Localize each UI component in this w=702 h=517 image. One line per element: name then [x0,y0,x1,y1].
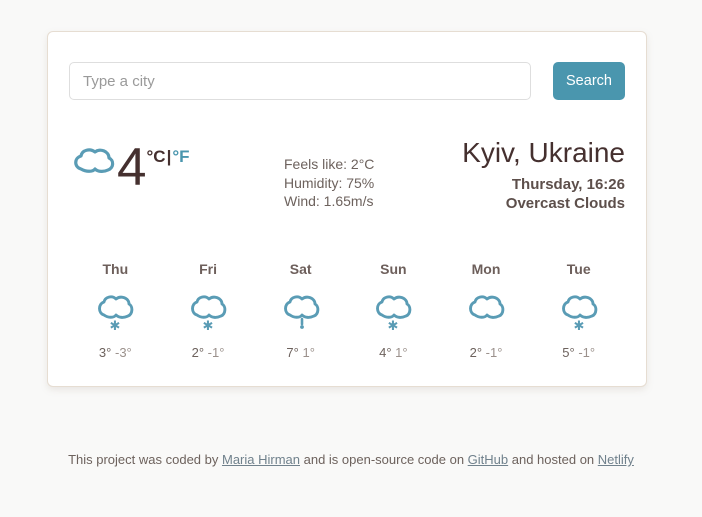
footer-text-1: This project was coded by [68,452,222,467]
fahrenheit-link[interactable]: °F [172,147,189,166]
location-block: Kyiv, Ukraine Thursday, 16:26 Overcast C… [434,135,625,213]
cloud-snow-icon: ✱ [162,294,255,336]
forecast-min: 1° [302,345,314,360]
svg-text:✱: ✱ [203,318,214,333]
netlify-link[interactable]: Netlify [598,452,634,467]
search-button[interactable]: Search [553,62,625,100]
forecast-day-label: Fri [162,261,255,277]
forecast-day-label: Sun [347,261,440,277]
forecast-temps: 4° 1° [347,345,440,360]
forecast-max: 4° [379,345,391,360]
unit-separator: | [167,147,172,166]
weather-app: Search 4 °C|°F Feels like: 2°C Humidity:… [0,0,702,517]
weather-description: Overcast Clouds [434,194,625,213]
forecast-day: Sat 7° 1° [254,261,347,360]
cloud-icon [440,294,533,336]
forecast-day-label: Tue [532,261,625,277]
search-form: Search [69,62,625,100]
forecast-row: Thu ✱ 3° -3° Fri ✱ [69,261,625,360]
svg-text:✱: ✱ [573,318,584,333]
current-details: Feels like: 2°C Humidity: 75% Wind: 1.65… [284,135,434,211]
unit-toggle: °C|°F [146,147,189,167]
humidity: Humidity: 75% [284,174,434,193]
forecast-max: 2° [470,345,482,360]
forecast-day-label: Sat [254,261,347,277]
feels-like: Feels like: 2°C [284,155,434,174]
forecast-temps: 7° 1° [254,345,347,360]
author-link[interactable]: Maria Hirman [222,452,300,467]
cloud-icon [71,147,115,188]
search-input[interactable] [69,62,531,100]
cloud-snow-icon: ✱ [347,294,440,336]
forecast-max: 5° [562,345,574,360]
svg-text:✱: ✱ [110,318,121,333]
forecast-temps: 2° -1° [440,345,533,360]
forecast-temps: 5° -1° [532,345,625,360]
city-name: Kyiv, Ukraine [434,137,625,169]
forecast-min: -1° [208,345,225,360]
current-weather: 4 °C|°F Feels like: 2°C Humidity: 75% Wi… [69,135,625,215]
forecast-day: Fri ✱ 2° -1° [162,261,255,360]
forecast-max: 2° [192,345,204,360]
forecast-min: -1° [486,345,503,360]
svg-text:✱: ✱ [388,318,399,333]
footer: This project was coded by Maria Hirman a… [0,452,702,467]
forecast-min: -3° [115,345,132,360]
cloud-snow-icon: ✱ [532,294,625,336]
github-link[interactable]: GitHub [468,452,508,467]
wind: Wind: 1.65m/s [284,192,434,211]
forecast-max: 7° [286,345,298,360]
current-datetime: Thursday, 16:26 [434,175,625,194]
temperature-value: 4 [117,141,146,194]
current-temperature-block: 4 °C|°F [69,135,284,194]
footer-text-2: and is open-source code on [300,452,468,467]
forecast-day: Sun ✱ 4° 1° [347,261,440,360]
forecast-day: Tue ✱ 5° -1° [532,261,625,360]
forecast-max: 3° [99,345,111,360]
forecast-temps: 2° -1° [162,345,255,360]
cloud-rain-icon [254,294,347,336]
cloud-snow-icon: ✱ [69,294,162,336]
celsius-unit: °C [146,147,165,166]
forecast-day-label: Mon [440,261,533,277]
forecast-day-label: Thu [69,261,162,277]
weather-card: Search 4 °C|°F Feels like: 2°C Humidity:… [47,31,647,387]
footer-text-3: and hosted on [508,452,598,467]
forecast-temps: 3° -3° [69,345,162,360]
forecast-day: Thu ✱ 3° -3° [69,261,162,360]
forecast-min: 1° [395,345,407,360]
forecast-min: -1° [578,345,595,360]
forecast-day: Mon 2° -1° [440,261,533,360]
